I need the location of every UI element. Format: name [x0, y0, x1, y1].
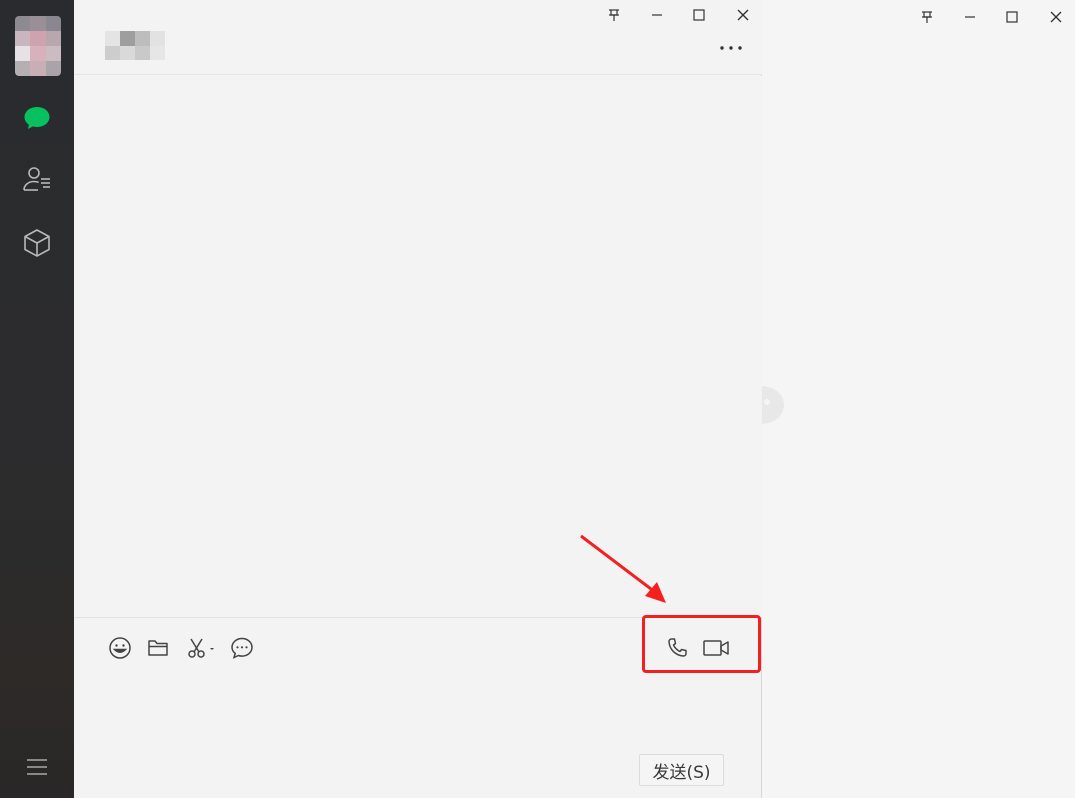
- emoji-icon: [109, 637, 131, 659]
- input-divider: [74, 617, 762, 618]
- video-call-icon: [703, 640, 729, 656]
- close-icon: [1050, 11, 1062, 23]
- more-options-button[interactable]: [716, 38, 746, 58]
- chat-header: [74, 0, 762, 75]
- send-button[interactable]: 发送(S): [639, 754, 724, 786]
- bg-minimize-button[interactable]: [958, 7, 982, 27]
- contacts-icon: [23, 167, 50, 191]
- avatar[interactable]: [15, 16, 61, 76]
- pin-icon: [609, 9, 619, 21]
- bg-maximize-button[interactable]: [1000, 7, 1024, 27]
- minimize-button[interactable]: [645, 5, 669, 25]
- nav-menu[interactable]: [20, 750, 54, 784]
- message-input[interactable]: [94, 672, 744, 746]
- minimize-icon: [652, 14, 662, 16]
- nav-chat[interactable]: [20, 101, 54, 135]
- maximize-icon: [693, 9, 705, 21]
- message-area: [74, 76, 762, 617]
- video-call-button[interactable]: [700, 634, 732, 662]
- more-icon: [720, 46, 742, 50]
- close-icon: [737, 9, 749, 21]
- folder-icon: [148, 640, 168, 656]
- navigation-rail: [0, 0, 74, 798]
- background-window: [762, 0, 1075, 798]
- chat-history-button[interactable]: [228, 634, 256, 662]
- screenshot-button[interactable]: [184, 634, 218, 662]
- screenshot-icon: [188, 638, 214, 658]
- bg-close-button[interactable]: [1044, 7, 1068, 27]
- chat-icon: [24, 107, 50, 129]
- voice-call-icon: [668, 638, 687, 657]
- maximize-icon: [1006, 11, 1018, 23]
- nav-mini-programs[interactable]: [20, 226, 54, 260]
- mini-programs-icon: [24, 229, 50, 257]
- menu-icon: [27, 759, 47, 775]
- contact-name: [105, 31, 165, 60]
- maximize-button[interactable]: [687, 5, 711, 25]
- nav-contacts[interactable]: [20, 162, 54, 196]
- pin-button[interactable]: [602, 5, 626, 25]
- pin-icon: [922, 11, 932, 23]
- voice-call-button[interactable]: [663, 634, 691, 662]
- close-button[interactable]: [731, 5, 755, 25]
- bg-pin-button[interactable]: [915, 7, 939, 27]
- send-file-button[interactable]: [144, 634, 172, 662]
- emoji-button[interactable]: [106, 634, 134, 662]
- chat-history-icon: [231, 637, 253, 659]
- chat-window: 发送(S): [74, 0, 762, 798]
- minimize-icon: [965, 16, 975, 18]
